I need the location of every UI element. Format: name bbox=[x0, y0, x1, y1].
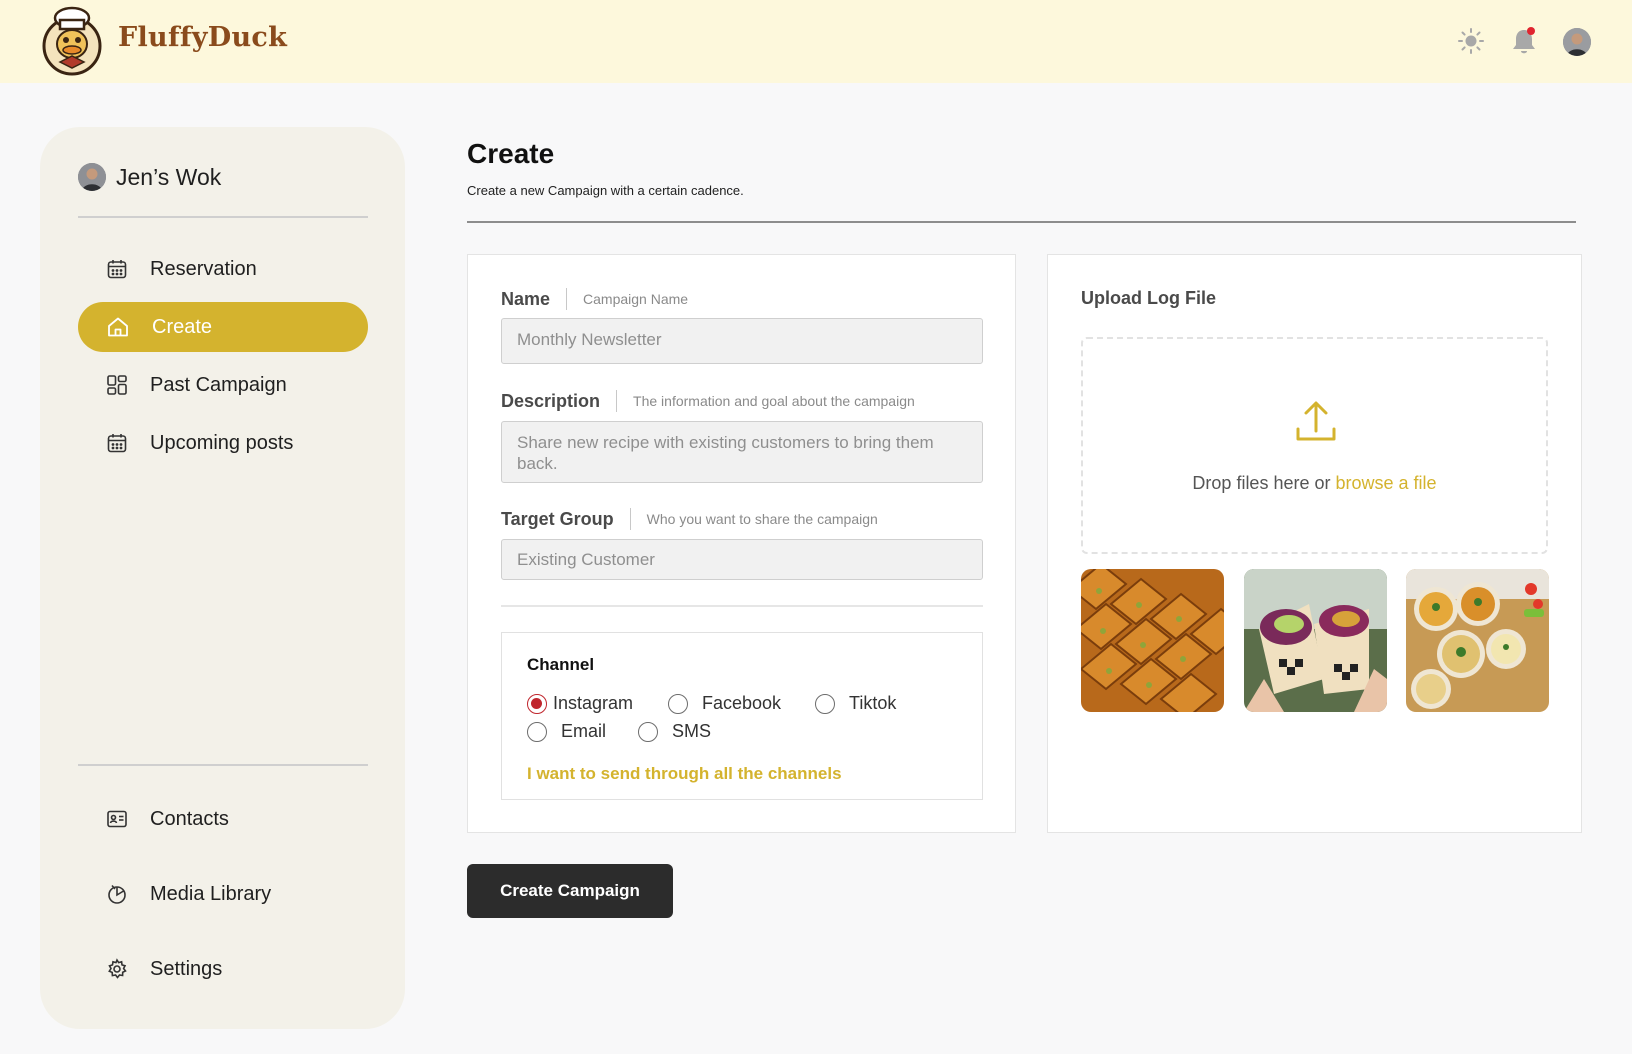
sidebar-item-past-campaign[interactable]: Past Campaign bbox=[78, 360, 368, 410]
channel-title: Channel bbox=[527, 655, 595, 674]
description-input[interactable]: Share new recipe with existing customers… bbox=[501, 421, 983, 483]
target-group-label: Target Group bbox=[501, 508, 614, 529]
page-title: Create bbox=[467, 138, 555, 169]
radio-dot bbox=[668, 693, 688, 714]
thumbnail-baklava[interactable] bbox=[1081, 569, 1224, 712]
sidebar-divider bbox=[78, 216, 368, 218]
target-group-input[interactable]: Existing Customer bbox=[501, 539, 983, 580]
label-separator bbox=[566, 288, 568, 310]
upload-icon bbox=[1296, 401, 1336, 441]
all-channels-link[interactable]: I want to send through all the channels bbox=[527, 764, 842, 784]
sidebar-item-label: Media Library bbox=[150, 882, 272, 905]
page-subtitle: Create a new Campaign with a certain cad… bbox=[467, 183, 744, 198]
radio-label: Facebook bbox=[702, 693, 782, 713]
calendar-icon bbox=[107, 434, 127, 453]
create-campaign-button[interactable]: Create Campaign bbox=[467, 864, 673, 918]
radio-label: Email bbox=[561, 721, 607, 741]
sidebar-item-label: Past Campaign bbox=[150, 373, 287, 396]
bell-icon[interactable] bbox=[1507, 24, 1541, 58]
form-divider bbox=[501, 605, 983, 607]
profile[interactable]: Jen’s Wok bbox=[78, 163, 221, 191]
browse-file-link[interactable]: browse a file bbox=[1336, 473, 1437, 493]
sidebar-item-label: Create bbox=[152, 315, 213, 338]
avatar bbox=[78, 163, 106, 191]
description-label: Description bbox=[501, 390, 601, 411]
calendar-icon bbox=[107, 260, 127, 279]
radio-dot bbox=[527, 721, 547, 742]
grid-icon bbox=[107, 375, 127, 395]
sun-icon[interactable] bbox=[1454, 24, 1488, 58]
drop-instruction: Drop files here or bbox=[1192, 473, 1331, 493]
file-dropzone[interactable]: Drop files here or browse a file bbox=[1081, 337, 1548, 554]
drop-text: Drop files here or browse a file bbox=[1083, 473, 1546, 494]
radio-facebook[interactable]: Facebook bbox=[668, 693, 781, 714]
radio-email[interactable]: Email bbox=[527, 721, 606, 742]
name-label-row: Name Campaign Name bbox=[501, 288, 688, 310]
sidebar-item-create[interactable]: Create bbox=[78, 302, 368, 352]
radio-instagram[interactable]: Instagram bbox=[527, 693, 633, 714]
target-group-hint: Who you want to share the campaign bbox=[646, 511, 878, 527]
brand-name: FluffyDuck bbox=[118, 22, 288, 53]
sidebar-item-label: Contacts bbox=[150, 807, 229, 830]
radio-label: Tiktok bbox=[849, 693, 897, 713]
upload-title: Upload Log File bbox=[1081, 288, 1216, 308]
upload-card: Upload Log File Drop files here or brows… bbox=[1047, 254, 1582, 833]
sidebar-item-label: Settings bbox=[150, 957, 223, 980]
description-hint: The information and goal about the campa… bbox=[633, 393, 915, 409]
label-separator bbox=[616, 390, 618, 412]
profile-name: Jen’s Wok bbox=[116, 163, 222, 190]
radio-label: Instagram bbox=[553, 693, 634, 713]
campaign-form-card: Name Campaign Name Monthly Newsletter De… bbox=[467, 254, 1016, 833]
sidebar-item-contacts[interactable]: Contacts bbox=[78, 794, 368, 844]
name-hint: Campaign Name bbox=[583, 291, 689, 307]
name-input[interactable]: Monthly Newsletter bbox=[501, 318, 983, 364]
description-label-row: Description The information and goal abo… bbox=[501, 390, 915, 412]
radio-dot bbox=[815, 693, 835, 714]
sidebar-item-label: Upcoming posts bbox=[150, 431, 294, 454]
media-icon bbox=[108, 884, 126, 904]
duck-chef-logo-icon[interactable] bbox=[40, 6, 104, 76]
sidebar-item-label: Reservation bbox=[150, 257, 257, 280]
sidebar-item-settings[interactable]: Settings bbox=[78, 944, 368, 994]
radio-sms[interactable]: SMS bbox=[638, 721, 711, 742]
thumbnail-curry-bowls[interactable] bbox=[1406, 569, 1549, 712]
radio-tiktok[interactable]: Tiktok bbox=[815, 693, 896, 714]
label-separator bbox=[629, 508, 631, 530]
sidebar-item-reservation[interactable]: Reservation bbox=[78, 244, 368, 294]
channel-box: Channel Instagram Facebook Tiktok Email … bbox=[501, 632, 983, 800]
sidebar-item-upcoming-posts[interactable]: Upcoming posts bbox=[78, 418, 368, 468]
user-avatar[interactable] bbox=[1563, 28, 1591, 56]
top-bar: FluffyDuck bbox=[0, 0, 1632, 83]
name-label: Name bbox=[501, 288, 551, 309]
thumbnail-wraps[interactable] bbox=[1244, 569, 1387, 712]
sidebar-item-media-library[interactable]: Media Library bbox=[78, 869, 368, 919]
contact-card-icon bbox=[107, 810, 127, 828]
target-group-label-row: Target Group Who you want to share the c… bbox=[501, 508, 878, 530]
sidebar: Jen’s Wok Reservation Create Past Campai… bbox=[40, 127, 405, 1029]
radio-dot bbox=[638, 721, 658, 742]
gear-icon bbox=[108, 958, 127, 979]
radio-dot bbox=[527, 693, 547, 714]
radio-label: SMS bbox=[672, 721, 712, 741]
home-icon bbox=[108, 317, 128, 337]
title-divider bbox=[467, 221, 1576, 223]
sidebar-divider bbox=[78, 764, 368, 766]
